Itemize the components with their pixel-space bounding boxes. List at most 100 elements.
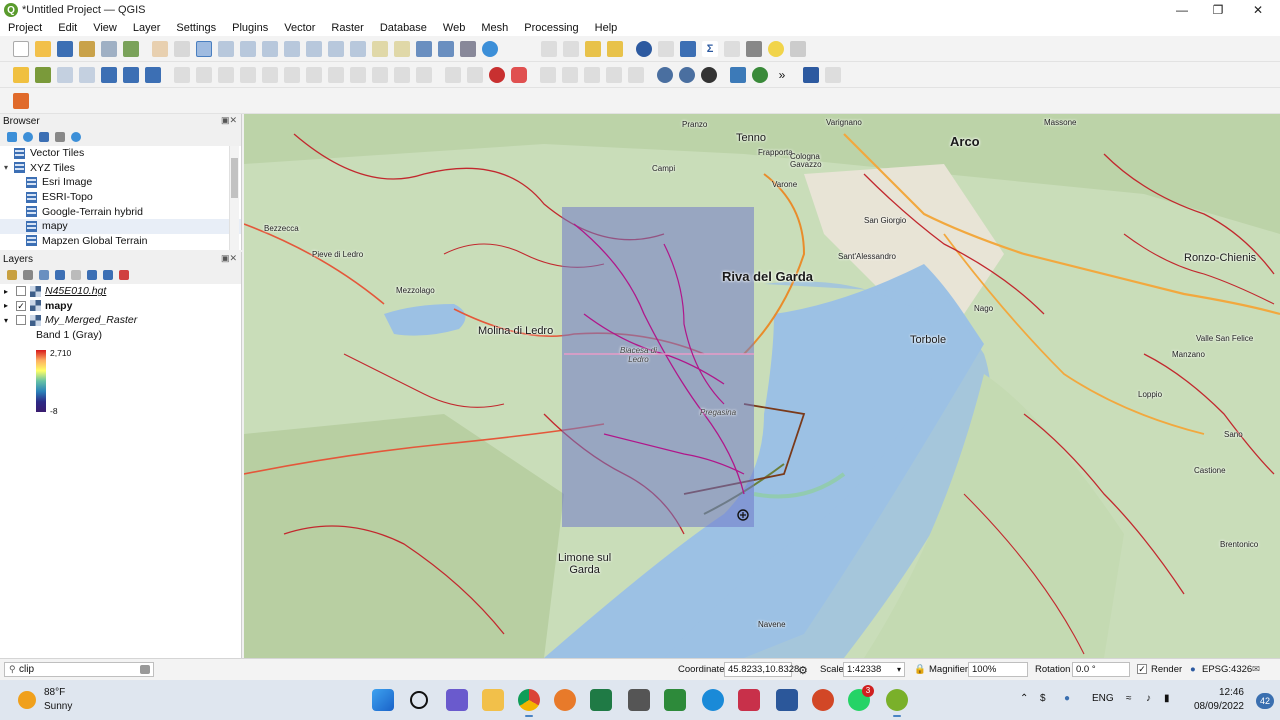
chrome-icon[interactable] bbox=[518, 689, 540, 717]
file-explorer-icon[interactable] bbox=[482, 689, 504, 711]
browser-item-mapy[interactable]: mapy bbox=[0, 218, 241, 234]
minimize-icon[interactable]: — bbox=[1164, 0, 1200, 20]
select-location-icon[interactable] bbox=[607, 40, 623, 57]
lock-scale-icon[interactable]: 🔒 bbox=[914, 664, 926, 675]
map-canvas[interactable]: Arco Riva del Garda Molina di Ledro Torb… bbox=[244, 114, 1280, 658]
filter-expression-icon[interactable] bbox=[71, 270, 81, 280]
panel-close-icon[interactable]: ▣✕ bbox=[221, 115, 237, 126]
save-project-icon[interactable] bbox=[57, 40, 73, 57]
layer-checkbox[interactable] bbox=[16, 315, 26, 326]
layer-checkbox[interactable] bbox=[16, 286, 26, 297]
menu-project[interactable]: Project bbox=[0, 22, 50, 34]
identify-icon[interactable] bbox=[636, 40, 652, 57]
search-icon[interactable] bbox=[410, 691, 428, 709]
profile-tool-icon[interactable] bbox=[825, 66, 841, 83]
browser-item-google-terrain[interactable]: Google-Terrain hybrid bbox=[0, 204, 241, 219]
plugin-logo-icon[interactable] bbox=[13, 92, 29, 109]
pin-labels-icon[interactable] bbox=[628, 66, 644, 83]
highlight-label-icon[interactable] bbox=[511, 66, 527, 83]
app-icon[interactable] bbox=[554, 689, 576, 711]
qgis-taskbar-icon[interactable] bbox=[886, 689, 908, 717]
save-as-icon[interactable] bbox=[79, 40, 95, 57]
menu-web[interactable]: Web bbox=[435, 22, 473, 34]
menu-raster[interactable]: Raster bbox=[323, 22, 371, 34]
teams-chat-icon[interactable] bbox=[446, 689, 468, 711]
change-label-icon[interactable] bbox=[584, 66, 600, 83]
globe-add-icon[interactable] bbox=[679, 66, 695, 83]
menu-settings[interactable]: Settings bbox=[168, 22, 224, 34]
pan-icon[interactable] bbox=[152, 40, 168, 57]
field-calculator-icon[interactable] bbox=[724, 40, 740, 57]
scale-dropdown-icon[interactable]: ▾ bbox=[897, 665, 901, 674]
edit-pen-icon[interactable] bbox=[196, 66, 212, 83]
powerpoint-icon[interactable] bbox=[812, 689, 834, 711]
close-icon[interactable]: ✕ bbox=[1240, 0, 1276, 20]
app-icon-2[interactable] bbox=[664, 689, 686, 711]
annotation-icon[interactable] bbox=[790, 40, 806, 57]
render-checkbox[interactable]: ✓ bbox=[1137, 664, 1147, 674]
collapse-icon[interactable]: ▾ bbox=[4, 316, 16, 325]
zoom-layer-icon[interactable] bbox=[284, 40, 300, 57]
manage-themes-icon[interactable] bbox=[39, 270, 49, 280]
delete-selected-icon[interactable] bbox=[306, 66, 322, 83]
remove-layer-icon[interactable] bbox=[119, 270, 129, 280]
open-project-icon[interactable] bbox=[35, 40, 51, 57]
browser-item-esri-topo[interactable]: ESRI-Topo bbox=[0, 190, 241, 205]
data-source-manager-icon[interactable] bbox=[13, 66, 29, 83]
volume-icon[interactable]: ♪ bbox=[1146, 693, 1151, 704]
help-icon[interactable] bbox=[803, 66, 819, 83]
clear-search-icon[interactable] bbox=[140, 665, 150, 674]
wifi-icon[interactable]: ≈ bbox=[1126, 693, 1132, 704]
rotate-label-icon[interactable] bbox=[562, 66, 578, 83]
new-spatialite-icon[interactable] bbox=[79, 66, 95, 83]
layer-styling-icon[interactable] bbox=[7, 270, 17, 280]
menu-layer[interactable]: Layer bbox=[125, 22, 169, 34]
add-wms-icon[interactable] bbox=[123, 66, 139, 83]
crs-globe-icon[interactable]: ● bbox=[1190, 664, 1196, 675]
scrollbar-thumb[interactable] bbox=[231, 158, 238, 198]
language-indicator[interactable]: ENG bbox=[1092, 693, 1114, 704]
label-tool-icon[interactable] bbox=[445, 66, 461, 83]
menu-edit[interactable]: Edit bbox=[50, 22, 85, 34]
globe-icon[interactable] bbox=[657, 66, 673, 83]
zoom-full-icon[interactable] bbox=[240, 40, 256, 57]
browser-item-mapzen[interactable]: Mapzen Global Terrain bbox=[0, 234, 241, 249]
zoom-in-icon[interactable] bbox=[196, 40, 212, 57]
gps-icon[interactable] bbox=[701, 66, 717, 83]
pan-to-selection-icon[interactable] bbox=[174, 40, 190, 57]
app-icon-3[interactable] bbox=[738, 689, 760, 711]
select-value-icon[interactable] bbox=[563, 40, 579, 57]
crs-label[interactable]: EPSG:4326 bbox=[1202, 664, 1252, 675]
zoom-out-icon[interactable] bbox=[218, 40, 234, 57]
weather-description[interactable]: Sunny bbox=[44, 701, 72, 712]
cut-icon[interactable] bbox=[328, 66, 344, 83]
currency-icon[interactable]: $ bbox=[1040, 693, 1046, 704]
move-label-icon[interactable] bbox=[540, 66, 556, 83]
edit-toggle-icon[interactable] bbox=[174, 66, 190, 83]
locator-search[interactable]: ⚲ clip bbox=[4, 662, 154, 677]
collapse-all-icon[interactable] bbox=[55, 132, 65, 142]
new-geopackage-icon[interactable] bbox=[35, 66, 51, 83]
deselect-icon[interactable] bbox=[585, 40, 601, 57]
collapse-icon[interactable]: ▾ bbox=[4, 163, 14, 172]
clock-time[interactable]: 12:46 bbox=[1219, 687, 1244, 698]
properties-icon[interactable] bbox=[71, 132, 81, 142]
weather-temperature[interactable]: 88°F bbox=[44, 687, 65, 698]
copy-icon[interactable] bbox=[350, 66, 366, 83]
select-features-icon[interactable] bbox=[541, 40, 557, 57]
filter-legend-icon[interactable] bbox=[55, 270, 65, 280]
expand-icon[interactable]: ▸ bbox=[4, 287, 16, 296]
layer-checkbox-checked[interactable]: ✓ bbox=[16, 300, 26, 311]
redo-icon[interactable] bbox=[416, 66, 432, 83]
browser-item-vector-tiles[interactable]: Vector Tiles bbox=[0, 146, 241, 161]
processing-toolbox-icon[interactable] bbox=[680, 40, 696, 57]
menu-database[interactable]: Database bbox=[372, 22, 435, 34]
expand-all-icon[interactable] bbox=[87, 270, 97, 280]
messages-icon[interactable]: ✉ bbox=[1252, 664, 1260, 675]
menu-mesh[interactable]: Mesh bbox=[473, 22, 516, 34]
panel-close-icon[interactable]: ▣✕ bbox=[221, 253, 237, 264]
zoom-next-icon[interactable] bbox=[350, 40, 366, 57]
new-shapefile-icon[interactable] bbox=[57, 66, 73, 83]
vertex-tool-icon[interactable] bbox=[262, 66, 278, 83]
coordinate-field[interactable]: 45.8233,10.8328 bbox=[724, 662, 799, 677]
